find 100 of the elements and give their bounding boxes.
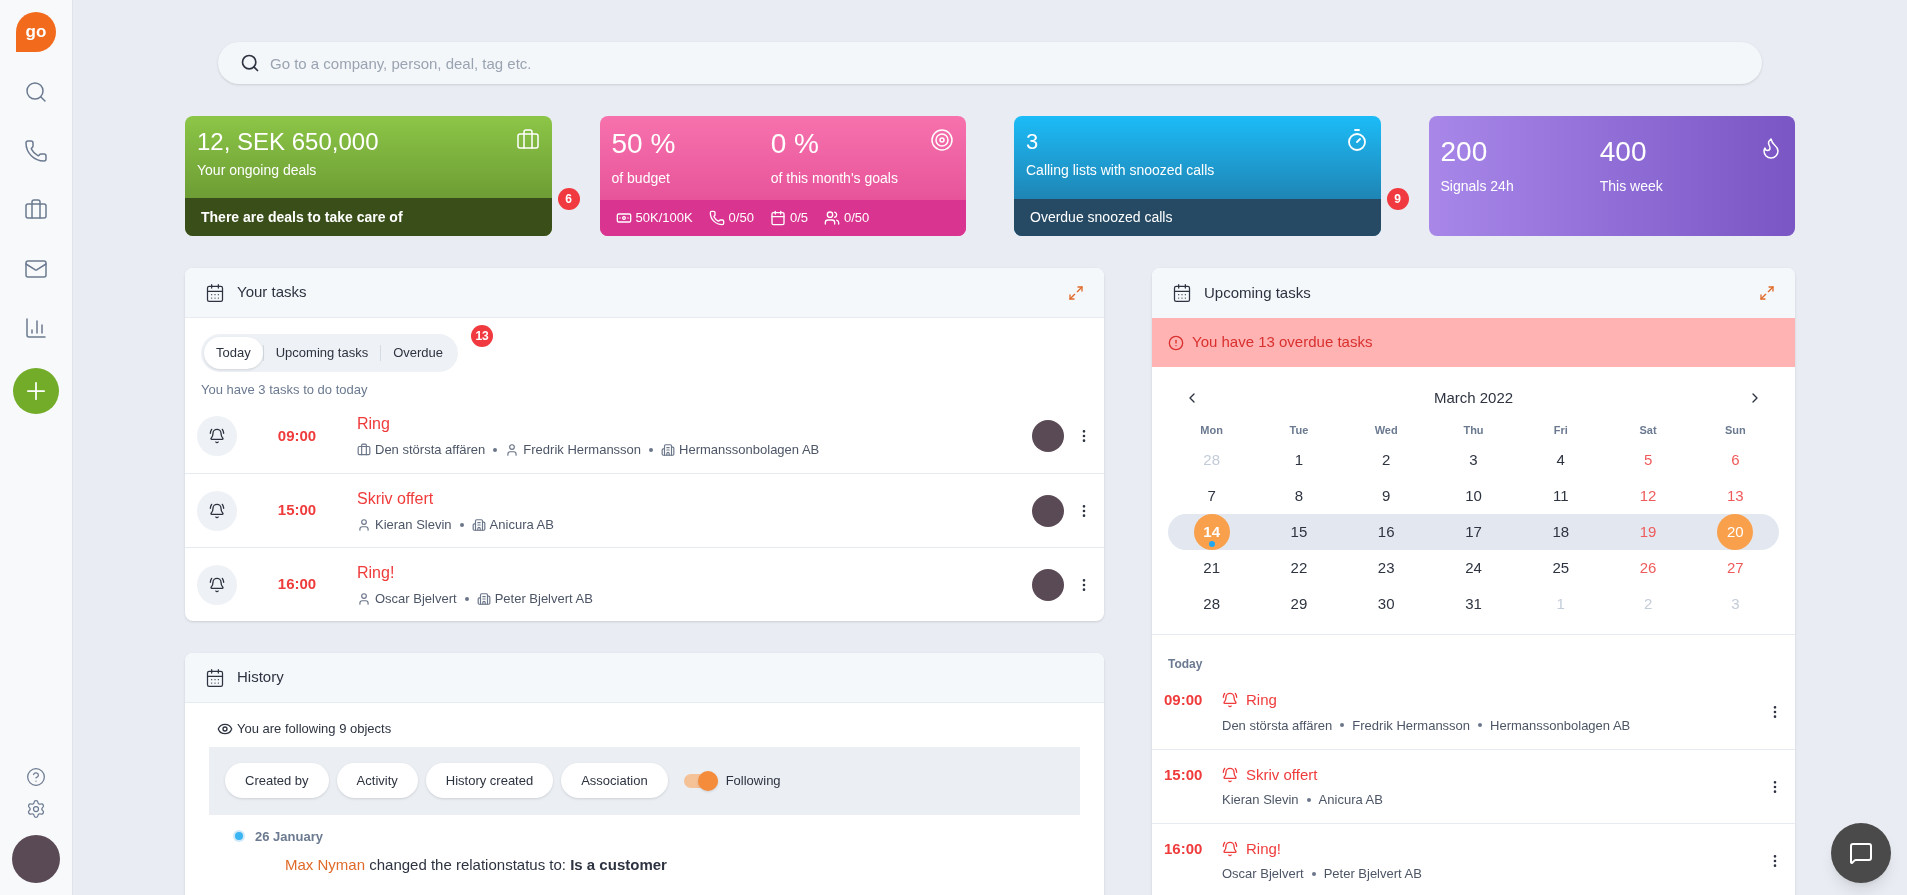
search-icon[interactable] [24, 80, 48, 104]
count-badge: 9 [1386, 188, 1409, 210]
following-text: You are following 9 objects [237, 720, 392, 738]
task-meta[interactable]: Hermanssonbolagen AB [1490, 715, 1631, 735]
bell-icon [1222, 840, 1238, 857]
task-title: Ring! [357, 562, 396, 583]
expand-icon[interactable] [1068, 284, 1084, 301]
filter-chip[interactable]: Created by [225, 762, 329, 799]
calendar-day[interactable]: 8 [1280, 478, 1317, 514]
calendar-day[interactable]: 2 [1368, 442, 1405, 478]
task-meta[interactable]: Kieran Slevin [375, 514, 452, 535]
calendar-week[interactable]: 14 15 16 17 18 19 20 [1168, 514, 1779, 550]
calendar-day[interactable]: 11 [1542, 478, 1579, 514]
chart-icon[interactable] [24, 316, 48, 340]
task-time: 09:00 [1164, 690, 1204, 710]
task-meta[interactable]: Kieran Slevin [1222, 790, 1299, 810]
count-badge: 13 [471, 325, 494, 347]
task-meta[interactable]: Anicura AB [489, 514, 554, 535]
tab[interactable]: Today [204, 337, 263, 369]
calendar-day[interactable]: 25 [1542, 550, 1579, 586]
chat-icon [1849, 841, 1873, 865]
building-icon [471, 517, 486, 532]
person-icon [505, 443, 520, 457]
task-meta[interactable]: Fredrik Hermansson [523, 440, 642, 460]
briefcase-icon [515, 128, 540, 152]
calendar-day[interactable]: 9 [1368, 478, 1405, 514]
calendar-week[interactable]: 28 1 2 3 4 5 6 [1168, 442, 1779, 478]
weekday-label: Fri [1552, 422, 1569, 438]
calendar-icon [769, 210, 786, 226]
task-time: 16:00 [276, 574, 318, 595]
history-entry: Max Nyman changed the relationstatus to: Is a customer [285, 855, 667, 875]
chat-button[interactable] [1831, 823, 1891, 883]
following-toggle[interactable] [683, 773, 718, 788]
calendar-day[interactable]: 22 [1280, 550, 1317, 586]
task-meta[interactable]: Hermanssonbolagen AB [679, 440, 820, 460]
add-button[interactable] [13, 368, 59, 414]
filter-chip[interactable]: Activity [336, 762, 418, 799]
calendar-day[interactable]: 31 [1455, 586, 1492, 622]
alert-text: You have 13 overdue tasks [1192, 332, 1373, 353]
upcoming-task-row[interactable]: 15:00 Skriv offert Kieran Slevin Anicura AB [1152, 749, 1795, 823]
help-icon[interactable] [26, 767, 46, 787]
avatar [1032, 494, 1064, 527]
task-meta[interactable]: Oscar Bjelvert [375, 588, 457, 609]
calendar-day[interactable]: 23 [1368, 550, 1405, 586]
calendar-week[interactable]: 21 22 23 24 25 26 27 [1168, 550, 1779, 586]
task-meta[interactable]: Den största affären [375, 440, 486, 460]
calendar-day[interactable]: 16 [1368, 514, 1405, 550]
task-row[interactable]: 09:00 Ring Den största affären Fredrik Hermansson Hermanssonbolagen AB [185, 399, 1104, 473]
calendar-day[interactable]: 29 [1280, 586, 1317, 622]
user-avatar[interactable] [12, 835, 60, 883]
calendar-day[interactable]: 7 [1193, 478, 1230, 514]
calendar-day[interactable]: 24 [1455, 550, 1492, 586]
task-time: 15:00 [1164, 764, 1204, 785]
task-meta[interactable]: Fredrik Hermansson [1352, 715, 1471, 735]
task-meta[interactable]: Den största affären [1222, 715, 1333, 735]
filter-chip[interactable]: History created [425, 762, 554, 799]
upcoming-task-row[interactable]: 16:00 Ring! Oscar Bjelvert Peter Bjelvert AB [1152, 823, 1795, 895]
count-badge: 6 [557, 188, 580, 210]
calendar-day[interactable]: 17 [1455, 514, 1492, 550]
settings-icon[interactable] [26, 799, 46, 819]
calendar-day[interactable]: 10 [1455, 478, 1492, 514]
upcoming-task-row[interactable]: 09:00 Ring Den största affären Fredrik Hermansson Hermanssonbolagen AB [1152, 675, 1795, 749]
signals-card[interactable]: 200 Signals 24h 400 This week [1428, 116, 1795, 236]
calendar-day[interactable]: 15 [1280, 514, 1317, 550]
calendar-icon [1172, 283, 1192, 303]
goals-card[interactable]: 50 % of budget 0 % of this month's goals 50K/100K 0/50 0/5 0/50 [599, 116, 966, 236]
calendar-day[interactable]: 3 [1455, 442, 1492, 478]
timeline-date: 26 January [255, 827, 323, 846]
task-row[interactable]: 15:00 Skriv offert Kieran Slevin Anicura AB [185, 473, 1104, 547]
avatar [1032, 568, 1064, 601]
phone-icon[interactable] [24, 139, 48, 163]
calendar-week[interactable]: 28 29 30 31 1 2 3 [1168, 586, 1779, 622]
task-meta[interactable]: Anicura AB [1318, 790, 1383, 810]
weekday-label: Sat [1638, 422, 1658, 438]
calendar-day[interactable]: 1 [1280, 442, 1317, 478]
mail-icon[interactable] [24, 257, 48, 281]
toggle-label: Following [725, 771, 781, 790]
task-type-icon [197, 564, 237, 605]
weekday-label: Mon [1199, 422, 1224, 438]
task-title: Ring! [1246, 838, 1282, 859]
briefcase-icon[interactable] [24, 198, 48, 222]
calendar-day[interactable]: 21 [1193, 550, 1230, 586]
calendar-day[interactable]: 30 [1368, 586, 1405, 622]
filter-chip[interactable]: Association [561, 762, 668, 799]
calendar-day[interactable]: 4 [1542, 442, 1579, 478]
tab[interactable]: Upcoming tasks [263, 337, 381, 369]
task-meta[interactable]: Peter Bjelvert AB [494, 588, 593, 609]
signal-label: Signals 24h [1440, 177, 1515, 196]
goal-value: 50 % [611, 128, 677, 160]
search-field[interactable]: Go to a company, person, deal, tag etc. [218, 42, 1762, 84]
expand-icon[interactable] [1759, 285, 1775, 301]
task-meta[interactable]: Oscar Bjelvert [1222, 864, 1304, 884]
calendar-day[interactable]: 18 [1542, 514, 1579, 550]
calendar-week[interactable]: 7 8 9 10 11 12 13 [1168, 478, 1779, 514]
task-row[interactable]: 16:00 Ring! Oscar Bjelvert Peter Bjelvert AB [185, 547, 1104, 621]
panel-title: Upcoming tasks [1204, 282, 1311, 303]
calendar-day[interactable]: 28 [1193, 586, 1230, 622]
goal-figure: 50K/100K [635, 209, 693, 228]
money-icon [615, 210, 632, 226]
task-meta[interactable]: Peter Bjelvert AB [1323, 864, 1422, 884]
